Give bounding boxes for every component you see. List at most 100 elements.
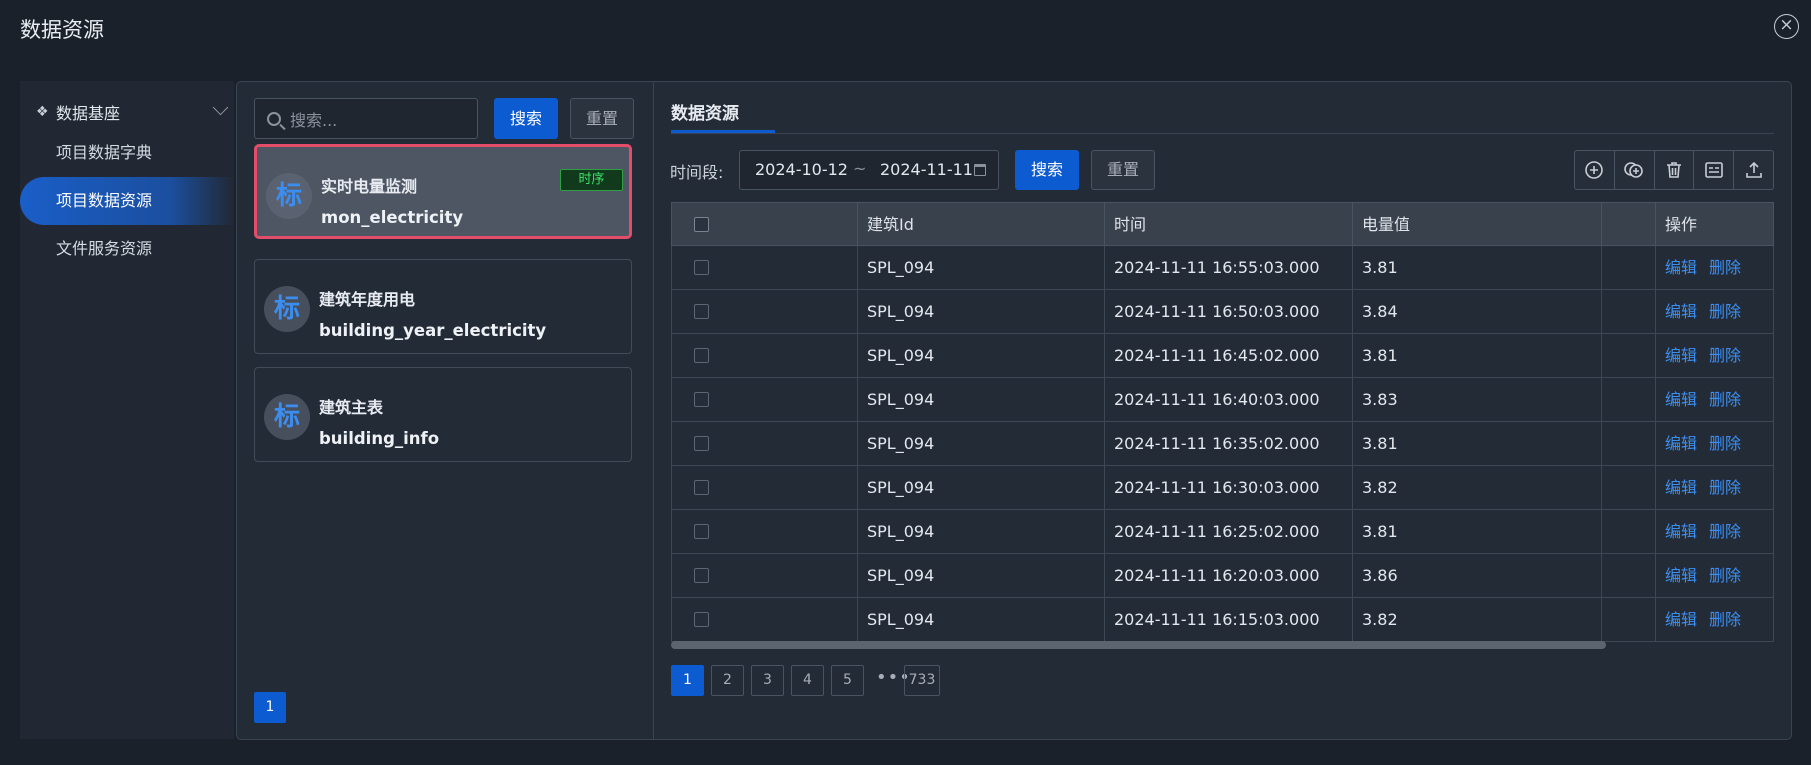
cell-blank [1602, 598, 1656, 641]
delete-link[interactable]: 删除 [1709, 522, 1741, 541]
sidebar-group-data-base[interactable]: ❖ 数据基座 [36, 95, 234, 129]
resource-card-building-info[interactable]: 标 建筑主表 building_info [254, 367, 632, 462]
row-checkbox[interactable] [694, 392, 709, 407]
table-row: SPL_094 2024-11-11 16:50:03.000 3.84 编辑 删除 [671, 290, 1774, 334]
cell-building-id: SPL_094 [858, 466, 1105, 509]
row-select-cell [672, 598, 858, 641]
page-3[interactable]: 3 [751, 665, 784, 696]
delete-link[interactable]: 删除 [1709, 566, 1741, 585]
column-header-actions: 操作 [1665, 215, 1698, 234]
window-title: 数据资源 [20, 18, 104, 42]
sidebar-item-project-dictionary[interactable]: 项目数据字典 [20, 129, 234, 177]
add-circle-icon[interactable] [1575, 151, 1615, 189]
edit-link[interactable]: 编辑 [1665, 346, 1697, 365]
search-input[interactable]: 搜索... [254, 98, 478, 139]
row-checkbox[interactable] [694, 524, 709, 539]
row-checkbox[interactable] [694, 260, 709, 275]
delete-link[interactable]: 删除 [1709, 346, 1741, 365]
row-checkbox[interactable] [694, 480, 709, 495]
page-2[interactable]: 2 [711, 665, 744, 696]
search-icon [267, 111, 281, 126]
page-last[interactable]: 733 [904, 665, 940, 696]
resource-card-mon-electricity[interactable]: 标 实时电量监测 mon_electricity 时序 [254, 144, 632, 239]
edit-link[interactable]: 编辑 [1665, 522, 1697, 541]
cell-blank [1602, 510, 1656, 553]
cell-blank [1602, 554, 1656, 597]
column-header-blank [1602, 203, 1656, 247]
sidebar-item-file-services[interactable]: 文件服务资源 [20, 225, 234, 273]
delete-link[interactable]: 删除 [1709, 434, 1741, 453]
delete-link[interactable]: 删除 [1709, 478, 1741, 497]
date-range-picker[interactable]: 2024-10-12 ~ 2024-11-11 [739, 150, 999, 190]
row-checkbox[interactable] [694, 436, 709, 451]
sidebar-item-project-resources[interactable]: 项目数据资源 [20, 177, 234, 225]
end-date[interactable]: 2024-11-11 [880, 160, 973, 179]
row-checkbox[interactable] [694, 568, 709, 583]
resource-name: 实时电量监测 [321, 177, 418, 196]
template-icon[interactable] [1694, 151, 1735, 189]
timeseries-badge: 时序 [560, 169, 623, 191]
cell-building-id: SPL_094 [858, 598, 1105, 641]
column-header-time[interactable]: 时间 [1105, 203, 1353, 247]
page-4[interactable]: 4 [791, 665, 824, 696]
resource-code: mon_electricity [321, 208, 464, 227]
edit-link[interactable]: 编辑 [1665, 302, 1697, 321]
copy-add-icon[interactable] [1615, 151, 1655, 189]
filter-search-button[interactable]: 搜索 [1015, 150, 1079, 190]
row-select-cell [672, 378, 858, 421]
page-1[interactable]: 1 [671, 665, 704, 696]
tab-data-resources[interactable]: 数据资源 [671, 99, 739, 124]
cell-blank [1602, 422, 1656, 465]
cell-time: 2024-11-11 16:25:02.000 [1105, 510, 1353, 553]
resource-avatar: 标 [264, 394, 310, 440]
start-date[interactable]: 2024-10-12 [755, 160, 848, 179]
table-row: SPL_094 2024-11-11 16:25:02.000 3.81 编辑 删除 [671, 510, 1774, 554]
delete-link[interactable]: 删除 [1709, 610, 1741, 629]
trash-icon[interactable] [1655, 151, 1695, 189]
cell-actions: 编辑 删除 [1656, 422, 1774, 465]
cell-building-id: SPL_094 [858, 510, 1105, 553]
edit-link[interactable]: 编辑 [1665, 434, 1697, 453]
edit-link[interactable]: 编辑 [1665, 610, 1697, 629]
delete-link[interactable]: 删除 [1709, 258, 1741, 277]
table-row: SPL_094 2024-11-11 16:30:03.000 3.82 编辑 删除 [671, 466, 1774, 510]
table-row: SPL_094 2024-11-11 16:35:02.000 3.81 编辑 删除 [671, 422, 1774, 466]
resource-card-building-year-electricity[interactable]: 标 建筑年度用电 building_year_electricity [254, 259, 632, 354]
edit-link[interactable]: 编辑 [1665, 390, 1697, 409]
cell-value: 3.86 [1353, 554, 1602, 597]
cell-actions: 编辑 删除 [1656, 246, 1774, 289]
cell-actions: 编辑 删除 [1656, 378, 1774, 421]
search-button[interactable]: 搜索 [494, 98, 558, 139]
row-checkbox[interactable] [694, 304, 709, 319]
row-select-cell [672, 554, 858, 597]
cell-time: 2024-11-11 16:20:03.000 [1105, 554, 1353, 597]
edit-link[interactable]: 编辑 [1665, 258, 1697, 277]
row-checkbox[interactable] [694, 348, 709, 363]
delete-link[interactable]: 删除 [1709, 302, 1741, 321]
page-5[interactable]: 5 [831, 665, 864, 696]
cell-time: 2024-11-11 16:40:03.000 [1105, 378, 1353, 421]
cell-building-id: SPL_094 [858, 290, 1105, 333]
edit-link[interactable]: 编辑 [1665, 566, 1697, 585]
edit-link[interactable]: 编辑 [1665, 478, 1697, 497]
row-select-cell [672, 290, 858, 333]
horizontal-scrollbar[interactable] [671, 641, 1606, 649]
select-all-checkbox[interactable] [694, 217, 709, 232]
close-icon[interactable]: × [1774, 14, 1799, 39]
column-header-value[interactable]: 电量值 [1353, 203, 1602, 247]
header-select-cell [672, 203, 858, 247]
reset-button[interactable]: 重置 [570, 98, 634, 139]
time-range-label: 时间段: [670, 163, 724, 182]
cell-actions: 编辑 删除 [1656, 598, 1774, 641]
list-page-1[interactable]: 1 [254, 692, 286, 723]
filter-reset-button[interactable]: 重置 [1091, 150, 1155, 190]
chevron-down-icon [212, 99, 229, 116]
row-checkbox[interactable] [694, 612, 709, 627]
cell-value: 3.82 [1353, 466, 1602, 509]
cell-time: 2024-11-11 16:50:03.000 [1105, 290, 1353, 333]
row-select-cell [672, 422, 858, 465]
column-header-building-id[interactable]: 建筑Id [858, 203, 1105, 247]
upload-icon[interactable] [1734, 151, 1773, 189]
cell-actions: 编辑 删除 [1656, 554, 1774, 597]
delete-link[interactable]: 删除 [1709, 390, 1741, 409]
